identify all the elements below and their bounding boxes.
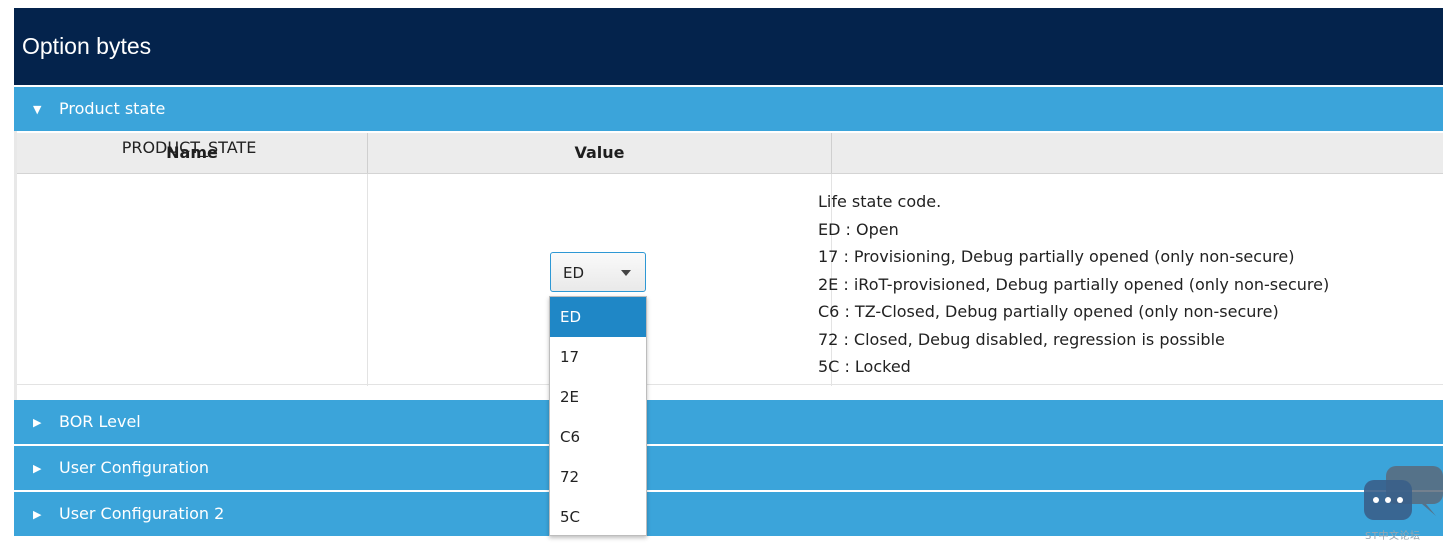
collapsed-triangle-icon: ▶ [33,416,42,429]
column-divider [367,174,368,386]
dropdown-option[interactable]: 5C [550,497,646,537]
column-header-description[interactable] [832,133,1443,173]
product-state-select[interactable]: ED [550,252,646,292]
section-label: Product state [59,99,166,118]
section-user-configuration-2[interactable]: ▶ User Configuration 2 [14,492,1443,536]
description-line: C6 : TZ-Closed, Debug partially opened (… [818,302,1279,321]
description-line: ED : Open [818,219,899,239]
select-value: ED [563,264,585,282]
dropdown-option[interactable]: ED [550,297,646,337]
description-line: Life state code. [818,192,942,211]
description-line: 5C : Locked [818,357,911,376]
section-label: User Configuration 2 [59,504,225,523]
panel-title: Option bytes [22,33,152,59]
row-divider [17,384,1443,385]
watermark-text: ST中文论坛 [1365,531,1421,542]
expanded-triangle-icon: ▼ [33,103,42,116]
section-product-state[interactable]: ▼ Product state [14,87,1443,131]
product-state-dropdown-list: ED 17 2E C6 72 5C [549,296,647,536]
column-header-value[interactable]: Value [368,133,832,173]
section-bor-level[interactable]: ▶ BOR Level [14,400,1443,444]
dropdown-option[interactable]: C6 [550,417,646,457]
dropdown-arrow-icon [621,270,631,276]
description-line: 72 : Closed, Debug disabled, regression … [818,329,1225,349]
section-label: User Configuration [59,458,210,477]
product-state-name-cell: PRODUCT_STATE [121,138,257,157]
dropdown-option[interactable]: 17 [550,337,646,377]
description-line: 2E : iRoT-provisioned, Debug partially o… [818,274,1330,294]
product-state-description: Life state code. ED : Open 17 : Provisio… [818,188,1329,381]
section-label: BOR Level [59,412,141,431]
dropdown-option[interactable]: 72 [550,457,646,497]
description-line: 17 : Provisioning, Debug partially opene… [818,247,1295,266]
collapsed-triangle-icon: ▶ [33,508,42,521]
dropdown-option[interactable]: 2E [550,377,646,417]
panel-header: Option bytes [14,8,1443,85]
collapsed-triangle-icon: ▶ [33,462,42,475]
section-user-configuration[interactable]: ▶ User Configuration [14,446,1443,490]
